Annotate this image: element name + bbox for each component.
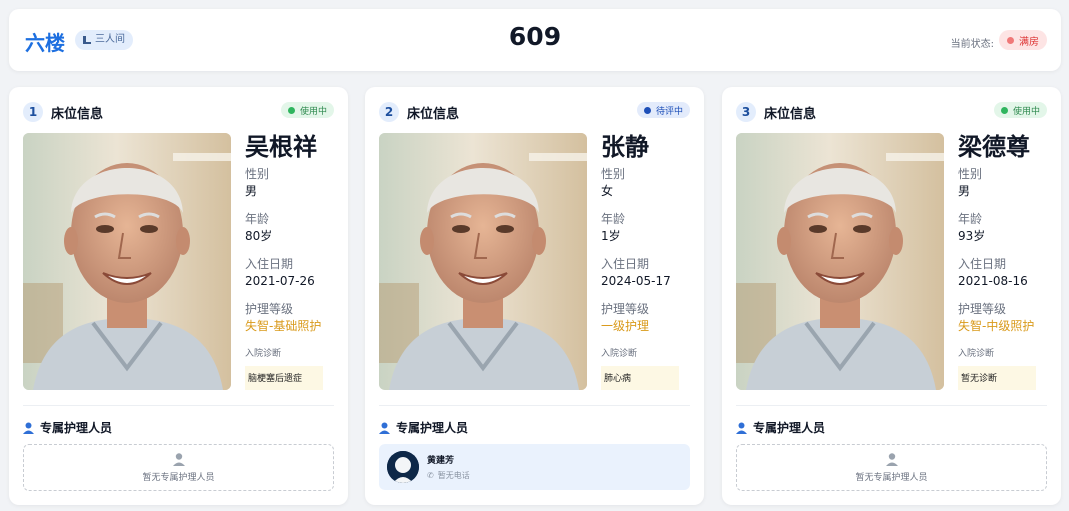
- nurse-section-header: 专属护理人员: [23, 419, 112, 436]
- status-dot-icon: [1000, 106, 1008, 114]
- checkin-label: 入住日期: [245, 257, 294, 271]
- status-dot-icon: [287, 106, 295, 114]
- nurse-section-header: 专属护理人员: [736, 419, 825, 436]
- resident-photo: [736, 133, 944, 390]
- card-title: 床位信息: [764, 106, 817, 122]
- diagnosis-value: 肺心病: [601, 366, 679, 390]
- resident-info: 张静 性别 女 年龄 1岁 入住日期 2024-05-17 护理等级 一级护理 …: [601, 131, 701, 390]
- nurse-empty-text: 暂无专属护理人员: [142, 473, 215, 483]
- person-placeholder-icon: [172, 453, 185, 466]
- diagnosis-value: 暂无诊断: [958, 366, 1036, 390]
- divider: [736, 405, 1047, 406]
- nurse-name: 黄建芳: [427, 456, 455, 466]
- nurse-icon: [379, 422, 390, 434]
- age-label: 年龄: [245, 212, 270, 226]
- checkin-label: 入住日期: [958, 257, 1007, 271]
- card-title: 床位信息: [51, 106, 104, 122]
- gender-label: 性别: [245, 167, 270, 181]
- age-value: 80岁: [245, 229, 273, 243]
- gender-value: 男: [245, 184, 258, 198]
- divider: [23, 405, 334, 406]
- nurse-phone-text: 暂无电话: [437, 471, 470, 480]
- resident-name: 梁德尊: [958, 133, 1030, 161]
- bed-status-badge: 使用中: [993, 102, 1047, 118]
- room-status-text: 满房: [1019, 36, 1039, 48]
- bed-status-badge: 待评中: [636, 102, 690, 118]
- bed-status-text: 使用中: [1012, 106, 1040, 117]
- nurse-empty-placeholder: 暂无专属护理人员: [23, 444, 334, 491]
- resident-info: 梁德尊 性别 男 年龄 93岁 入住日期 2021-08-16 护理等级 失智-…: [958, 131, 1058, 390]
- bed-number: 1: [23, 102, 43, 122]
- card-header: 2 床位信息: [379, 102, 459, 122]
- checkin-value: 2021-08-16: [958, 274, 1028, 288]
- room-header: 六楼 三人间 609 当前状态: 满房: [9, 9, 1061, 71]
- checkin-label: 入住日期: [601, 257, 650, 271]
- bed-number: 2: [379, 102, 399, 122]
- nurse-card[interactable]: 黄建芳 ✆ 暂无电话: [379, 444, 690, 490]
- age-label: 年龄: [958, 212, 983, 226]
- gender-value: 男: [958, 184, 971, 198]
- bed-status-text: 待评中: [655, 106, 683, 117]
- nurse-icon: [736, 422, 747, 434]
- status-dot-icon: [1007, 36, 1014, 44]
- status-dot-icon: [643, 106, 651, 114]
- card-header: 1 床位信息: [23, 102, 103, 122]
- room-status-badge: 满房: [999, 30, 1047, 50]
- divider: [379, 405, 690, 406]
- resident-photo: [379, 133, 587, 390]
- resident-name: 吴根祥: [245, 133, 317, 161]
- gender-label: 性别: [601, 167, 626, 181]
- age-label: 年龄: [601, 212, 626, 226]
- care-level-value: 失智-基础照护: [245, 319, 322, 333]
- diagnosis-label: 入院诊断: [245, 349, 282, 359]
- checkin-value: 2024-05-17: [601, 274, 671, 288]
- age-value: 1岁: [601, 229, 621, 243]
- nurse-section-title: 专属护理人员: [753, 421, 826, 435]
- nurse-avatar: [387, 451, 419, 483]
- nurse-empty-text: 暂无专属护理人员: [855, 473, 928, 483]
- phone-icon: ✆: [427, 471, 434, 480]
- bed-card[interactable]: 2 床位信息 待评中 张静 性别 女 年龄 1岁 入住日期 2024-05-17…: [365, 87, 704, 505]
- age-value: 93岁: [958, 229, 986, 243]
- bed-status-text: 使用中: [299, 106, 327, 117]
- resident-info: 吴根祥 性别 男 年龄 80岁 入住日期 2021-07-26 护理等级 失智-…: [245, 131, 345, 390]
- care-level-label: 护理等级: [601, 302, 650, 316]
- checkin-value: 2021-07-26: [245, 274, 315, 288]
- person-placeholder-icon: [885, 453, 898, 466]
- card-title: 床位信息: [407, 106, 460, 122]
- nurse-icon: [23, 422, 34, 434]
- diagnosis-label: 入院诊断: [601, 349, 638, 359]
- bed-status-badge: 使用中: [280, 102, 334, 118]
- care-level-label: 护理等级: [245, 302, 294, 316]
- nurse-section-title: 专属护理人员: [40, 421, 113, 435]
- nurse-section-header: 专属护理人员: [379, 419, 468, 436]
- nurse-phone: ✆ 暂无电话: [427, 470, 470, 481]
- room-number: 609: [508, 22, 562, 51]
- diagnosis-label: 入院诊断: [958, 349, 995, 359]
- bed-card[interactable]: 3 床位信息 使用中 梁德尊 性别 男 年龄 93岁 入住日期 2021-08-…: [722, 87, 1061, 505]
- gender-label: 性别: [958, 167, 983, 181]
- nurse-empty-placeholder: 暂无专属护理人员: [736, 444, 1047, 491]
- nurse-section-title: 专属护理人员: [396, 421, 469, 435]
- bed-card[interactable]: 1 床位信息 使用中 吴根祥 性别 男 年龄 80岁 入住日期 2021-07-…: [9, 87, 348, 505]
- care-level-label: 护理等级: [958, 302, 1007, 316]
- resident-name: 张静: [601, 133, 649, 161]
- status-label: 当前状态:: [950, 39, 994, 50]
- card-header: 3 床位信息: [736, 102, 816, 122]
- diagnosis-value: 脑梗塞后遗症: [245, 366, 323, 390]
- care-level-value: 失智-中级照护: [958, 319, 1035, 333]
- care-level-value: 一级护理: [601, 319, 650, 333]
- gender-value: 女: [601, 184, 614, 198]
- bed-number: 3: [736, 102, 756, 122]
- resident-photo: [23, 133, 231, 390]
